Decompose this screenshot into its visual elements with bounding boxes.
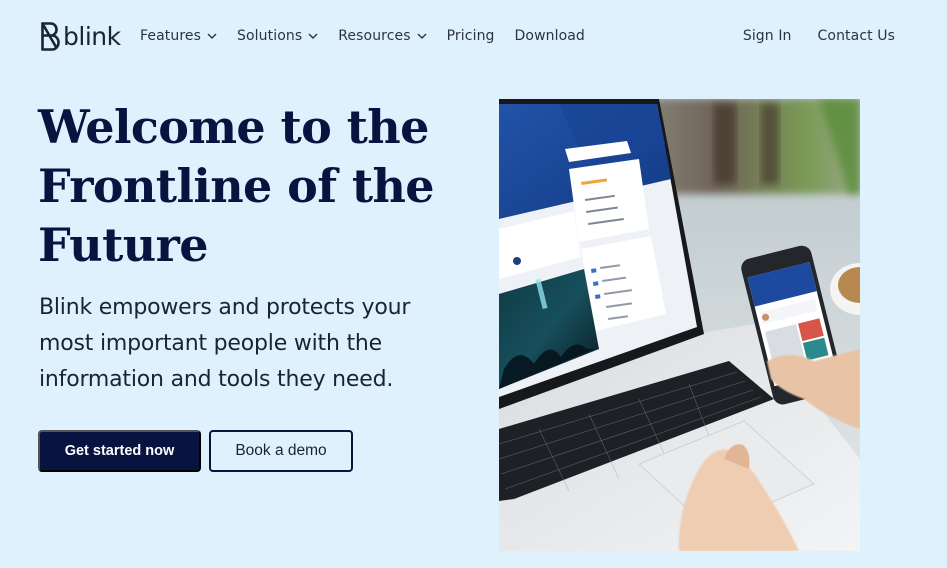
get-started-button[interactable]: Get started now	[38, 430, 201, 472]
sign-in-link[interactable]: Sign In	[743, 28, 792, 44]
laptop-phone-illustration	[499, 99, 860, 551]
hero-subtitle-line: Blink empowers and protects your	[39, 295, 411, 320]
nav-item-label: Solutions	[237, 28, 303, 44]
nav-item-label: Contact Us	[817, 28, 895, 44]
nav-item-label: Download	[514, 28, 585, 44]
blink-b-logo-icon	[41, 22, 60, 51]
brand-name: blink	[63, 22, 121, 51]
account-menu: Sign In Contact Us	[717, 28, 895, 44]
nav-item-resources[interactable]: Resources	[338, 28, 427, 44]
nav-item-label: Features	[140, 28, 201, 44]
book-demo-button[interactable]: Book a demo	[209, 430, 353, 472]
hero-subtitle-line: most important people with the	[39, 331, 382, 356]
nav-item-solutions[interactable]: Solutions	[237, 28, 318, 44]
hero-title: Welcome to the Frontline of the Future	[38, 98, 478, 275]
hero-subtitle: Blink empowers and protects your most im…	[39, 290, 479, 398]
contact-us-link[interactable]: Contact Us	[818, 28, 895, 44]
top-navigation: blink Features Solutions Resources Prici…	[0, 0, 947, 74]
nav-item-label: Resources	[338, 28, 411, 44]
nav-item-label: Sign In	[742, 28, 792, 44]
brand-logo[interactable]: blink	[40, 21, 121, 53]
nav-item-features[interactable]: Features	[140, 28, 217, 44]
hero-title-line: Frontline of the	[38, 159, 435, 213]
chevron-down-icon	[417, 33, 427, 39]
hero-subtitle-line: information and tools they need.	[39, 367, 394, 392]
chevron-down-icon	[207, 33, 217, 39]
nav-item-label: Pricing	[446, 28, 495, 44]
nav-item-download[interactable]: Download	[515, 28, 585, 44]
chevron-down-icon	[308, 33, 318, 39]
nav-item-pricing[interactable]: Pricing	[447, 28, 495, 44]
hero-image	[499, 99, 860, 551]
hero-title-line: Welcome to the	[38, 100, 429, 154]
main-menu: Features Solutions Resources Pricing Dow…	[140, 28, 605, 44]
hero-title-line: Future	[38, 218, 208, 272]
